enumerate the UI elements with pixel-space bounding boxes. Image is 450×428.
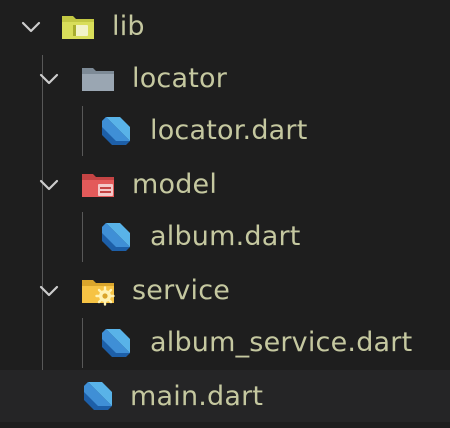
- tree-item-service[interactable]: service: [0, 264, 450, 317]
- tree-item-label: album.dart: [150, 221, 301, 252]
- tree-item-locator[interactable]: locator: [0, 52, 450, 105]
- tree-item-album-dart[interactable]: album.dart: [0, 210, 450, 263]
- tree-item-label: model: [132, 169, 218, 200]
- dart-file-icon: [98, 113, 134, 149]
- tree-item-label: lib: [112, 11, 145, 42]
- dart-file-icon: [98, 219, 134, 255]
- tree-item-label: locator.dart: [150, 115, 308, 146]
- chevron-down-icon[interactable]: [20, 16, 42, 38]
- folder-lib-icon: [60, 9, 96, 45]
- tree-item-main-dart[interactable]: main.dart: [0, 370, 450, 422]
- chevron-down-icon[interactable]: [38, 174, 60, 196]
- tree-item-locator-dart[interactable]: locator.dart: [0, 104, 450, 157]
- file-explorer-tree: lib locator locator.dart model album.dar…: [0, 0, 450, 428]
- dart-file-icon: [80, 378, 116, 414]
- tree-item-label: main.dart: [130, 380, 264, 412]
- tree-item-label: album_service.dart: [150, 327, 413, 358]
- tree-item-label: service: [132, 275, 231, 306]
- tree-item-label: locator: [132, 63, 228, 94]
- tree-item-model[interactable]: model: [0, 158, 450, 211]
- tree-item-album-service-dart[interactable]: album_service.dart: [0, 316, 450, 369]
- tree-item-lib[interactable]: lib: [0, 0, 450, 53]
- folder-database-icon: [80, 167, 116, 203]
- folder-settings-icon: [80, 273, 116, 309]
- folder-icon: [80, 61, 116, 97]
- chevron-down-icon[interactable]: [38, 280, 60, 302]
- chevron-down-icon[interactable]: [38, 68, 60, 90]
- dart-file-icon: [98, 325, 134, 361]
